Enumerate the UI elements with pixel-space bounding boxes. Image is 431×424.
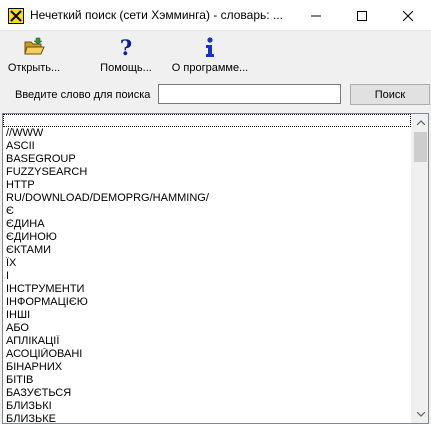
- list-item[interactable]: ЄКТАМИ: [3, 244, 411, 257]
- scroll-thumb[interactable]: [414, 132, 427, 162]
- list-item[interactable]: [3, 114, 411, 127]
- help-label: Помощь...: [100, 62, 152, 74]
- list-item[interactable]: БАЗУЄТЬСЯ: [3, 387, 411, 400]
- minimize-button[interactable]: [293, 0, 339, 31]
- list-item[interactable]: //WWW: [3, 127, 411, 140]
- list-item[interactable]: АСОЦІЙОВАНІ: [3, 348, 411, 361]
- title-bar[interactable]: Нечеткий поиск (сети Хэмминга) - словарь…: [0, 0, 431, 31]
- open-button[interactable]: Открыть...: [0, 34, 68, 76]
- list-item[interactable]: І: [3, 270, 411, 283]
- list-item[interactable]: BASEGROUP: [3, 153, 411, 166]
- list-item[interactable]: ІНФОРМАЦІЄЮ: [3, 296, 411, 309]
- word-list[interactable]: //WWW ASCII BASEGROUP FUZZYSEARCH HTTP RU/DOW…: [2, 113, 429, 424]
- list-item[interactable]: БЛИЗЬКІ: [3, 400, 411, 413]
- list-item[interactable]: ASCII: [3, 140, 411, 153]
- open-label: Открыть...: [7, 62, 61, 74]
- maximize-icon: [357, 10, 367, 21]
- close-icon: [403, 10, 413, 21]
- minimize-icon: [311, 15, 321, 16]
- search-label: Введите слово для поиска: [15, 89, 151, 101]
- scroll-down-button[interactable]: [412, 406, 428, 423]
- help-button[interactable]: ? Помощь...: [94, 34, 158, 76]
- list-item[interactable]: БЛИЗЬКЕ: [3, 413, 411, 423]
- question-mark-icon: ?: [120, 36, 132, 58]
- close-button[interactable]: [385, 0, 431, 31]
- search-input[interactable]: [158, 84, 341, 104]
- about-label: О программе...: [171, 62, 249, 74]
- chevron-up-icon: [416, 120, 425, 125]
- list-item[interactable]: Є: [3, 205, 411, 218]
- search-button[interactable]: Поиск: [350, 84, 430, 105]
- maximize-button[interactable]: [339, 0, 385, 31]
- list-item[interactable]: RU/DOWNLOAD/DEMOPRG/HAMMING/: [3, 192, 411, 205]
- about-button[interactable]: О программе...: [167, 34, 253, 76]
- scroll-up-button[interactable]: [412, 114, 428, 131]
- svg-text:?: ?: [120, 36, 132, 58]
- list-item[interactable]: FUZZYSEARCH: [3, 166, 411, 179]
- list-item[interactable]: АБО: [3, 322, 411, 335]
- word-list-items: //WWW ASCII BASEGROUP FUZZYSEARCH HTTP RU/DOW…: [3, 114, 411, 423]
- app-icon: [8, 8, 24, 24]
- chevron-down-icon: [416, 412, 425, 417]
- info-icon: [206, 37, 214, 57]
- list-item[interactable]: БІТІВ: [3, 374, 411, 387]
- list-item[interactable]: ЄДИНА: [3, 218, 411, 231]
- toolbar: Открыть... ? Помощь... О программе...: [0, 31, 431, 77]
- vertical-scrollbar[interactable]: [411, 114, 428, 423]
- list-item[interactable]: ЇХ: [3, 257, 411, 270]
- list-item[interactable]: ЄДИНОЮ: [3, 231, 411, 244]
- list-item[interactable]: ІНШІ: [3, 309, 411, 322]
- list-item[interactable]: БІНАРНИХ: [3, 361, 411, 374]
- list-item[interactable]: HTTP: [3, 179, 411, 192]
- open-folder-icon: [24, 37, 45, 55]
- list-item[interactable]: АПЛІКАЦІЇ: [3, 335, 411, 348]
- list-item[interactable]: ІНСТРУМЕНТИ: [3, 283, 411, 296]
- window-title: Нечеткий поиск (сети Хэмминга) - словарь…: [30, 8, 283, 22]
